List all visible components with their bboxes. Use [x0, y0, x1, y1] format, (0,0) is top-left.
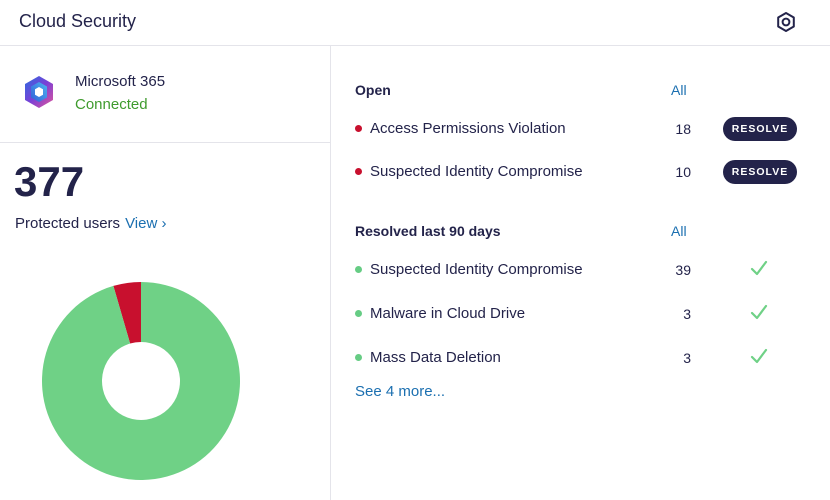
- connection-name: Microsoft 365: [75, 73, 166, 90]
- open-section-title: Open: [355, 82, 391, 98]
- incidents-panel: Open All Access Permissions Violation 18…: [331, 46, 830, 500]
- protected-users-label: Protected users: [15, 215, 121, 232]
- checkmark-icon: [749, 346, 769, 366]
- connection-status: Connected: [75, 96, 148, 113]
- incident-label: Suspected Identity Compromise: [370, 261, 583, 278]
- resolved-all-link[interactable]: All: [671, 223, 687, 239]
- open-all-link[interactable]: All: [671, 82, 687, 98]
- gear-icon[interactable]: [775, 11, 797, 33]
- status-dot: [355, 266, 362, 273]
- severity-dot: [355, 125, 362, 132]
- view-users-link[interactable]: View ›: [125, 215, 166, 232]
- resolved-item: Malware in Cloud Drive 3: [331, 302, 830, 326]
- resolved-section-title: Resolved last 90 days: [355, 223, 501, 239]
- incident-label: Access Permissions Violation: [370, 120, 566, 137]
- protected-users-row: Protected users View ›: [15, 215, 166, 232]
- app-header: Cloud Security: [0, 0, 830, 46]
- severity-dot: [355, 168, 362, 175]
- resolved-item: Mass Data Deletion 3: [331, 346, 830, 370]
- users-donut-chart: [42, 282, 241, 480]
- incident-label: Malware in Cloud Drive: [370, 305, 526, 322]
- see-more-link[interactable]: See 4 more...: [355, 383, 445, 400]
- open-item: Access Permissions Violation 18 RESOLVE: [331, 117, 830, 141]
- incident-count: 3: [683, 306, 691, 322]
- incident-count: 3: [683, 350, 691, 366]
- donut-segment-protected: [42, 282, 241, 480]
- connection-card: Microsoft 365 Connected: [0, 46, 330, 143]
- resolve-button[interactable]: RESOLVE: [723, 117, 797, 141]
- incident-label: Suspected Identity Compromise: [370, 163, 583, 180]
- resolved-item: Suspected Identity Compromise 39: [331, 258, 830, 282]
- status-dot: [355, 310, 362, 317]
- checkmark-icon: [749, 302, 769, 322]
- incident-count: 10: [675, 164, 691, 180]
- checkmark-icon: [749, 258, 769, 278]
- incident-label: Mass Data Deletion: [370, 349, 501, 366]
- incident-count: 18: [675, 121, 691, 137]
- microsoft-365-logo: [21, 74, 57, 110]
- open-item: Suspected Identity Compromise 10 RESOLVE: [331, 160, 830, 184]
- resolve-button[interactable]: RESOLVE: [723, 160, 797, 184]
- incident-count: 39: [675, 262, 691, 278]
- summary-panel: Microsoft 365 Connected 377 Protected us…: [0, 46, 331, 500]
- page-title: Cloud Security: [19, 11, 137, 31]
- protected-users-count: 377: [14, 158, 85, 205]
- status-dot: [355, 354, 362, 361]
